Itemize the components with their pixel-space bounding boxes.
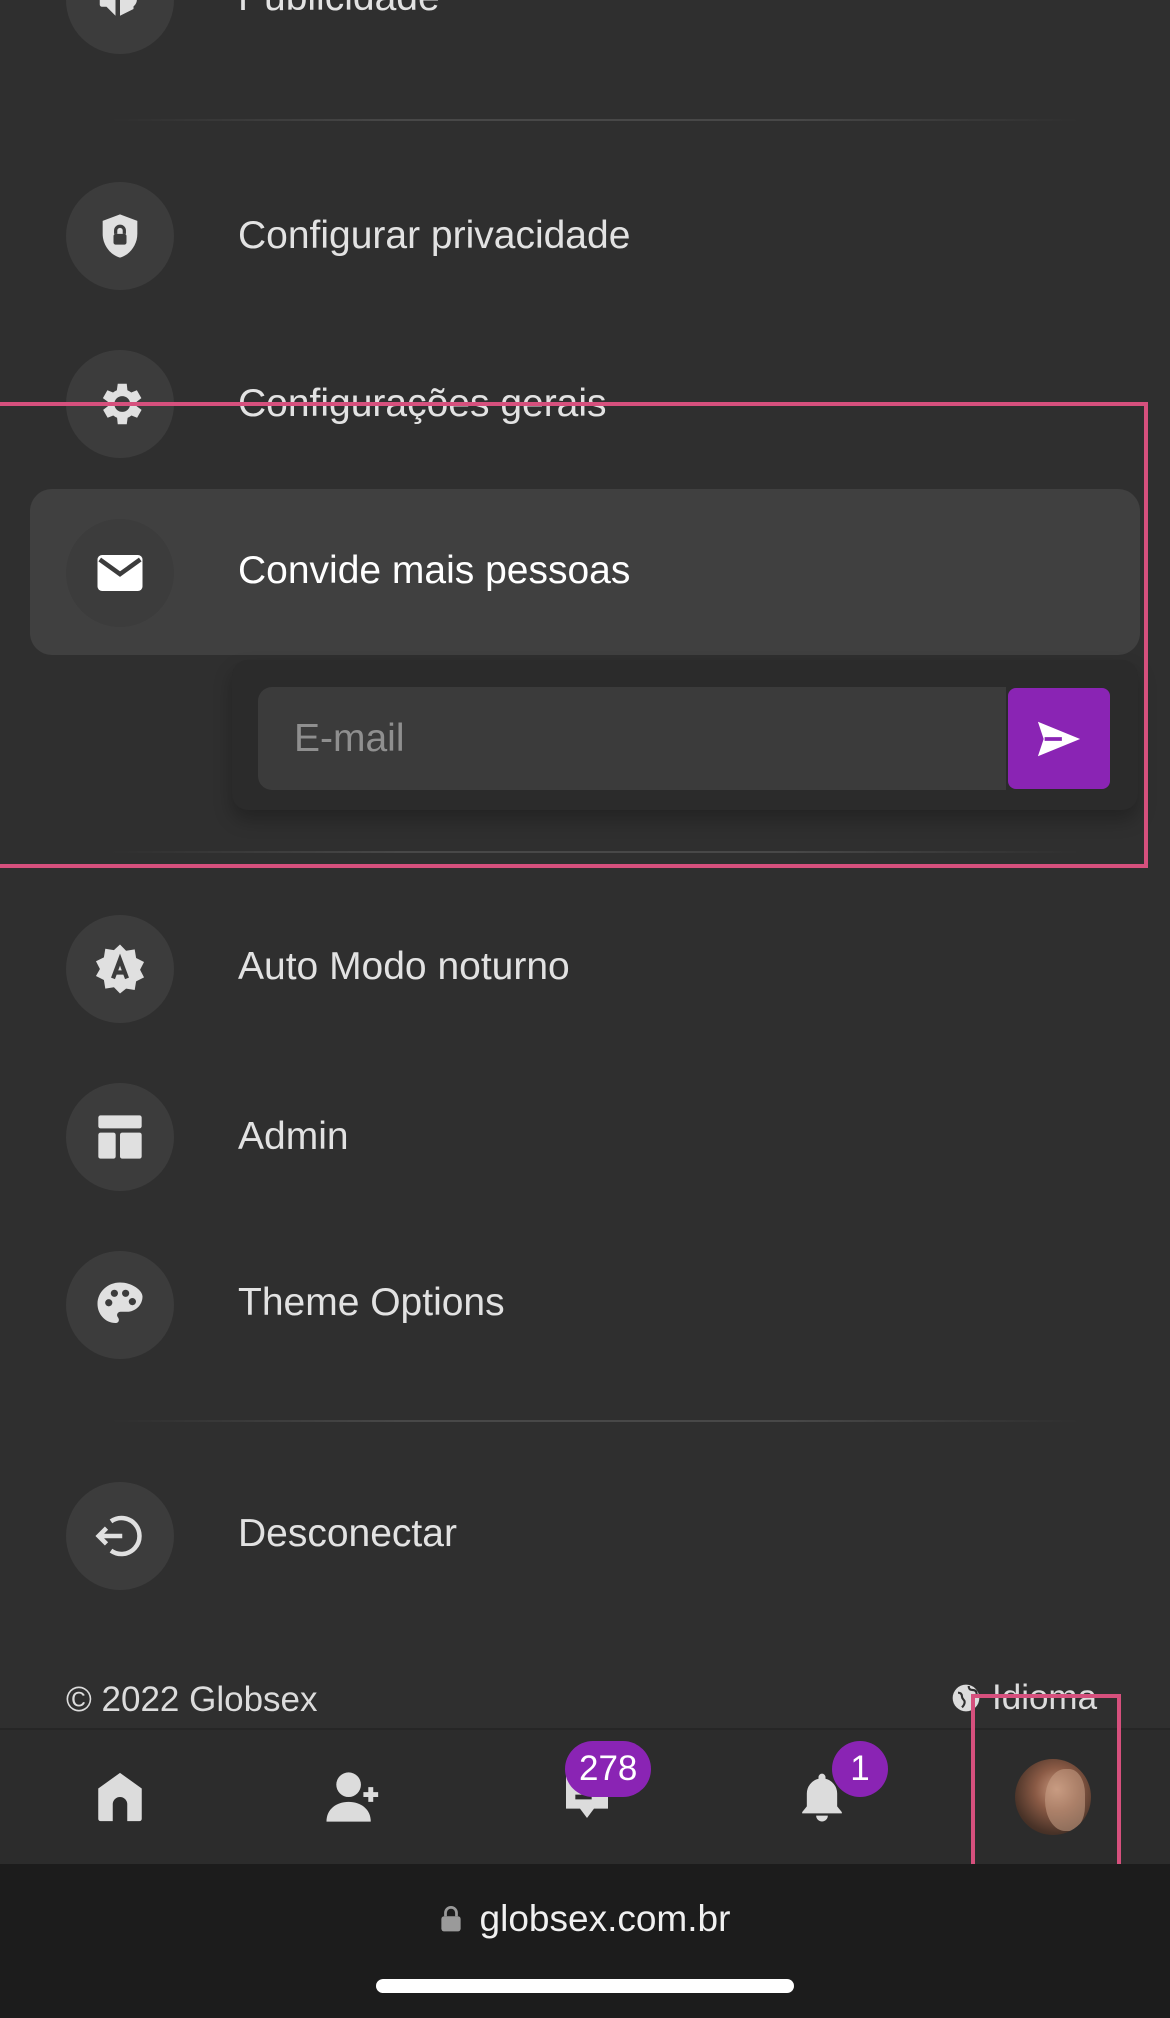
menu-item-label: Configurar privacidade	[238, 214, 631, 257]
bottom-navigation: 278 1	[0, 1728, 1170, 1864]
menu-divider	[110, 851, 1080, 853]
menu-item-label: Theme Options	[238, 1281, 505, 1324]
page: Publicidade Configurar privacidade Confi…	[0, 0, 1170, 2018]
browser-address-bar: globsex.com.br	[0, 1864, 1170, 2018]
menu-item-desconectar[interactable]: Desconectar	[0, 1452, 1170, 1620]
gear-icon	[66, 350, 174, 458]
menu-item-label: Publicidade	[238, 0, 440, 20]
invite-email-input[interactable]	[258, 687, 1006, 790]
url-text: globsex.com.br	[479, 1898, 731, 1939]
home-indicator[interactable]	[376, 1979, 794, 1993]
menu-divider	[110, 1420, 1080, 1422]
palette-icon	[66, 1251, 174, 1359]
menu-item-auto-modo-noturno[interactable]: Auto Modo noturno	[0, 885, 1170, 1053]
nav-home[interactable]	[3, 1730, 237, 1864]
home-icon	[98, 1772, 142, 1822]
dashboard-layout-icon	[66, 1083, 174, 1191]
menu-item-label: Auto Modo noturno	[238, 945, 570, 988]
menu-item-label: Desconectar	[238, 1512, 457, 1555]
shield-lock-icon	[66, 182, 174, 290]
copyright-text: © 2022 Globsex	[66, 1680, 318, 1719]
avatar	[1015, 1759, 1091, 1835]
nav-friend-requests[interactable]	[239, 1730, 473, 1864]
menu-item-convide-mais-pessoas[interactable]: Convide mais pessoas	[0, 489, 1170, 657]
menu-item-label: Convide mais pessoas	[238, 549, 631, 592]
logout-icon	[66, 1482, 174, 1590]
url-display[interactable]: globsex.com.br	[0, 1898, 1170, 1940]
menu-item-configuracoes-gerais[interactable]: Configurações gerais	[0, 320, 1170, 488]
language-selector[interactable]: Idioma	[950, 1678, 1097, 1718]
menu-item-admin[interactable]: Admin	[0, 1053, 1170, 1221]
menu-divider	[110, 119, 1080, 121]
send-invite-button[interactable]	[1008, 688, 1110, 789]
menu-item-configurar-privacidade[interactable]: Configurar privacidade	[0, 152, 1170, 320]
megaphone-icon	[66, 0, 174, 54]
menu-item-publicidade[interactable]: Publicidade	[0, 0, 1170, 84]
envelope-icon	[66, 519, 174, 627]
send-icon	[1037, 721, 1081, 756]
globe-icon	[952, 1684, 980, 1712]
notifications-badge: 1	[832, 1741, 888, 1797]
language-label: Idioma	[992, 1678, 1098, 1717]
menu-item-theme-options[interactable]: Theme Options	[0, 1221, 1170, 1389]
nav-notifications[interactable]: 1	[705, 1730, 939, 1864]
messages-badge: 278	[565, 1741, 652, 1797]
auto-night-mode-icon	[66, 915, 174, 1023]
menu-item-label: Admin	[238, 1115, 349, 1158]
nav-profile[interactable]	[936, 1730, 1170, 1864]
lock-icon	[440, 1906, 461, 1932]
nav-messages[interactable]: 278	[470, 1730, 704, 1864]
menu-item-label: Configurações gerais	[238, 382, 607, 425]
add-user-icon	[326, 1772, 379, 1822]
